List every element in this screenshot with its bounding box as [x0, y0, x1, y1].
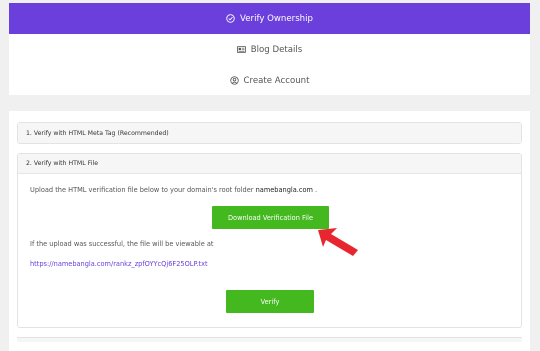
next-section-edge: [17, 337, 522, 342]
button-label: Verify: [260, 297, 280, 306]
id-card-icon: [236, 45, 246, 54]
instruction-text: Upload the HTML verification file below …: [30, 186, 254, 194]
step-create-account[interactable]: Create Account: [9, 65, 530, 96]
accordion-title: 1. Verify with HTML Meta Tag (Recommende…: [26, 129, 169, 137]
instruction-suffix: .: [312, 186, 318, 194]
accordion-html-file: 2. Verify with HTML File Upload the HTML…: [17, 153, 522, 328]
accordion-title: 2. Verify with HTML File: [26, 160, 99, 167]
progress-steps: Verify Ownership Blog Details Create Acc…: [9, 3, 530, 95]
domain-name: namebangla.com: [255, 186, 313, 194]
success-text: If the upload was successful, the file w…: [30, 240, 214, 248]
upload-instruction: Upload the HTML verification file below …: [30, 186, 317, 194]
verification-panel: 1. Verify with HTML Meta Tag (Recommende…: [9, 111, 530, 351]
accordion-meta-tag[interactable]: 1. Verify with HTML Meta Tag (Recommende…: [17, 122, 522, 144]
step-blog-details[interactable]: Blog Details: [9, 34, 530, 65]
step-verify-ownership[interactable]: Verify Ownership: [9, 3, 530, 34]
accordion-header[interactable]: 1. Verify with HTML Meta Tag (Recommende…: [18, 123, 521, 143]
pointer-arrow-icon: [318, 228, 358, 256]
user-circle-icon: [229, 76, 239, 85]
step-label: Blog Details: [250, 44, 303, 55]
download-verification-file-button[interactable]: Download Verification File: [212, 206, 329, 229]
button-label: Download Verification File: [227, 213, 314, 222]
verification-file-link[interactable]: https://namebangla.com/rankz_zpfOYYcQj6F…: [30, 260, 208, 268]
accordion-header[interactable]: 2. Verify with HTML File: [18, 154, 521, 174]
step-label: Verify Ownership: [240, 13, 313, 24]
verify-button[interactable]: Verify: [226, 290, 314, 313]
step-label: Create Account: [243, 75, 310, 86]
check-circle-icon: [226, 14, 235, 23]
accordion-body: Upload the HTML verification file below …: [18, 174, 521, 329]
